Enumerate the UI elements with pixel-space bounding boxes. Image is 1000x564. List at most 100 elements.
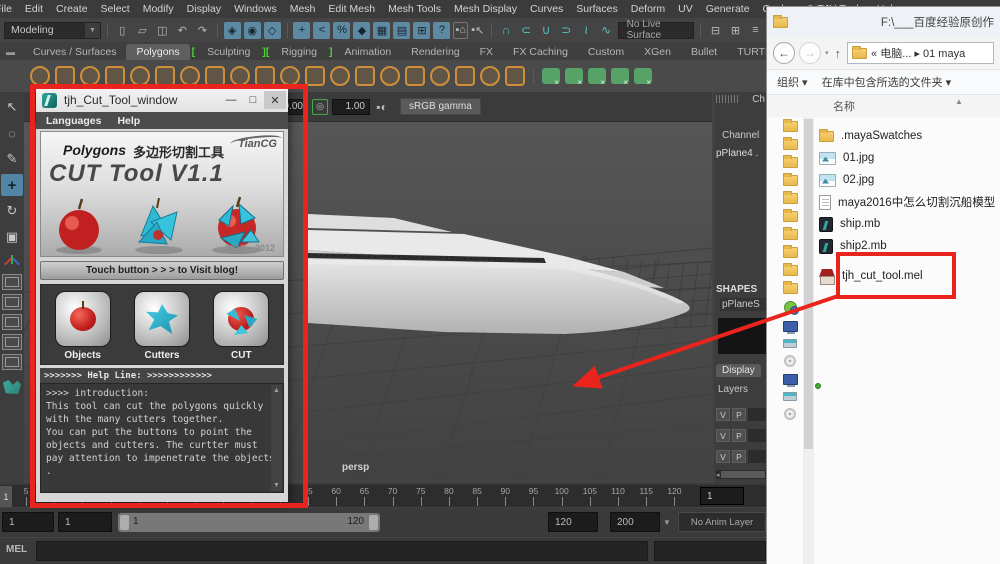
layer-playback-toggle[interactable]: P [732, 408, 746, 421]
tree-item-icon[interactable] [783, 392, 797, 401]
channels-menu[interactable]: Channel [722, 130, 759, 141]
name-column-header[interactable]: 名称 [833, 98, 855, 114]
tree-item-icon[interactable] [782, 137, 798, 150]
selection-mask-icon[interactable] [373, 21, 391, 39]
menu-item[interactable]: UV [675, 3, 696, 15]
shape-node-name[interactable]: pPlaneS [720, 298, 768, 311]
layout-persp-outliner-button[interactable] [2, 334, 22, 350]
menu-item[interactable]: Edit [22, 3, 46, 15]
forward-button[interactable]: → [799, 42, 821, 64]
selection-mask-icon[interactable] [313, 21, 331, 39]
tree-item-icon[interactable] [783, 339, 797, 348]
live-surface-field[interactable]: No Live Surface [617, 19, 695, 41]
selection-mask-icon[interactable] [333, 21, 351, 39]
menu-item[interactable]: Windows [231, 3, 280, 15]
tab-polygons[interactable]: Polygons [126, 44, 190, 60]
attribute-area[interactable] [718, 318, 768, 354]
menu-item[interactable]: Edit Mesh [325, 3, 378, 15]
menu-item[interactable]: Display [184, 3, 224, 15]
playback-end-field[interactable]: 120 [548, 512, 598, 532]
shelf-icon-green[interactable] [588, 68, 606, 87]
tree-item-icon[interactable] [782, 209, 798, 222]
selection-mask-icon[interactable] [433, 21, 451, 39]
layer-visible-toggle[interactable]: V [716, 408, 730, 421]
scrollbar-thumb[interactable] [804, 119, 813, 449]
objects-button[interactable] [54, 291, 111, 347]
layout-custom-button[interactable] [2, 354, 22, 370]
horizontal-scrollbar[interactable]: ◂ [716, 470, 766, 479]
range-handle-left[interactable] [120, 515, 129, 530]
layer-color-cell[interactable] [748, 408, 766, 421]
view-transform-dropdown[interactable]: sRGB gamma [400, 98, 481, 115]
tree-item-icon[interactable] [782, 227, 798, 240]
scrollbar-thumb[interactable] [720, 471, 765, 478]
shelf-icon[interactable] [55, 66, 75, 86]
history-icon[interactable] [727, 22, 744, 39]
visit-blog-button[interactable]: Touch button > > > to Visit blog! [40, 261, 284, 280]
shelf-grip-icon[interactable]: ▬ [6, 47, 15, 57]
tree-item-icon[interactable] [782, 191, 798, 204]
playhead[interactable]: 1 [0, 486, 12, 507]
address-bar[interactable]: « 电脑... ▸ 01 maya [847, 42, 994, 64]
history-icon[interactable] [707, 22, 724, 39]
mel-label[interactable]: MEL [6, 544, 27, 555]
tree-item-icon[interactable] [782, 281, 798, 294]
selection-mask-icon[interactable] [293, 21, 311, 39]
tree-item-icon[interactable] [784, 408, 796, 420]
shelf-icon[interactable] [255, 66, 275, 86]
layout-single-pane-button[interactable] [2, 274, 22, 290]
cut-tool-titlebar[interactable]: tjh_Cut_Tool_window — □ ✕ [36, 88, 288, 112]
scroll-up-icon[interactable]: ▲ [273, 385, 280, 396]
playback-range-slider[interactable]: 1 120 [118, 513, 380, 532]
move-tool-icon[interactable] [1, 174, 23, 196]
breadcrumb[interactable]: « 电脑... ▸ 01 maya [871, 45, 965, 61]
file-row[interactable]: 01.jpg [819, 149, 998, 167]
shelf-icon[interactable] [405, 66, 425, 86]
tree-item-icon[interactable] [782, 173, 798, 186]
tab-display[interactable]: Display [716, 364, 761, 377]
menu-item[interactable]: Modify [140, 3, 177, 15]
tree-item-icon[interactable] [782, 263, 798, 276]
recent-pages-dropdown-icon[interactable]: ▾ [825, 49, 829, 57]
time-tick[interactable]: 115 [632, 485, 660, 507]
layout-four-pane-button[interactable] [2, 294, 22, 310]
scale-tool-icon[interactable] [1, 226, 23, 248]
snap-icon[interactable] [558, 22, 575, 39]
explorer-titlebar[interactable]: F:\___百度经验原创作 [767, 7, 1000, 37]
current-frame-field[interactable]: 1 [700, 487, 744, 505]
layout-two-pane-button[interactable] [2, 314, 22, 330]
menu-item[interactable]: Surfaces [573, 3, 620, 15]
time-tick[interactable]: 100 [548, 485, 576, 507]
time-tick[interactable]: 80 [435, 485, 463, 507]
status-icon[interactable] [174, 22, 191, 39]
paint-select-tool-icon[interactable] [1, 148, 23, 170]
menu-item[interactable]: Create [53, 3, 91, 15]
selection-mode-icon[interactable] [263, 21, 281, 39]
time-tick[interactable]: 85 [463, 485, 491, 507]
time-tick[interactable]: 110 [604, 485, 632, 507]
file-row[interactable]: tjh_cut_tool.mel [819, 267, 998, 285]
tab-fx[interactable]: FX [470, 44, 503, 60]
scroll-left-icon[interactable]: ◂ [716, 471, 720, 479]
status-icon[interactable] [154, 22, 171, 39]
tab-custom[interactable]: Custom [578, 44, 634, 60]
tab-curves-surfaces[interactable]: Curves / Surfaces [23, 44, 126, 60]
animation-end-field[interactable]: 200 [610, 512, 660, 532]
menu-item[interactable]: File [0, 3, 15, 15]
animation-start-field[interactable]: 1 [2, 512, 54, 532]
shelf-icon[interactable] [480, 66, 500, 86]
shelf-icon-green[interactable] [542, 68, 560, 87]
layer-visible-toggle[interactable]: V [716, 450, 730, 463]
up-button[interactable]: ↑ [835, 46, 842, 61]
time-tick[interactable]: 60 [322, 485, 350, 507]
view-transform-icon[interactable]: ◐ [374, 99, 390, 115]
chevron-down-icon[interactable]: ▼ [663, 518, 671, 527]
shelf-icon[interactable] [205, 66, 225, 86]
tree-item-icon[interactable] [782, 155, 798, 168]
status-icon[interactable] [134, 22, 151, 39]
minimize-button[interactable]: — [220, 91, 242, 109]
file-row[interactable]: .mayaSwatches [819, 127, 998, 145]
tree-item-icon[interactable] [782, 321, 798, 334]
shelf-icon[interactable] [30, 66, 50, 86]
time-tick[interactable]: 105 [576, 485, 604, 507]
